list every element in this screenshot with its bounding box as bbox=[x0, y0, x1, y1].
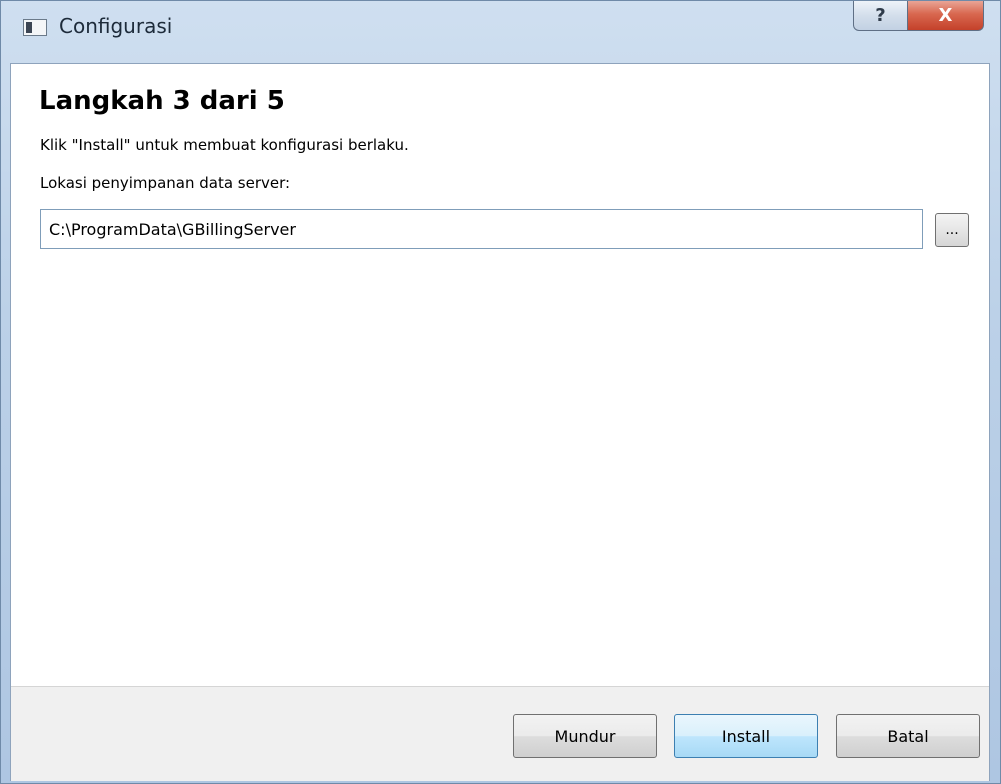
wizard-page: Langkah 3 dari 5 Klik "Install" untuk me… bbox=[10, 63, 990, 781]
page-subtitle: Klik "Install" untuk membuat konfigurasi… bbox=[40, 136, 409, 154]
page-title: Langkah 3 dari 5 bbox=[39, 86, 285, 116]
config-dialog: Configurasi ? X Langkah 3 dari 5 Klik "I… bbox=[0, 0, 1001, 784]
title-bar: Configurasi ? X bbox=[1, 1, 1000, 57]
app-window-icon bbox=[23, 19, 47, 36]
install-button[interactable]: Install bbox=[674, 714, 818, 758]
close-icon: X bbox=[938, 5, 953, 26]
help-button[interactable]: ? bbox=[853, 1, 908, 31]
cancel-button[interactable]: Batal bbox=[836, 714, 980, 758]
back-button[interactable]: Mundur bbox=[513, 714, 657, 758]
browse-button[interactable]: ... bbox=[935, 213, 969, 247]
button-bar: Mundur Install Batal bbox=[11, 686, 989, 781]
data-location-label: Lokasi penyimpanan data server: bbox=[40, 174, 291, 192]
window-title: Configurasi bbox=[59, 14, 173, 38]
close-button[interactable]: X bbox=[907, 1, 984, 31]
help-icon: ? bbox=[875, 5, 886, 26]
data-location-input[interactable] bbox=[40, 209, 923, 249]
